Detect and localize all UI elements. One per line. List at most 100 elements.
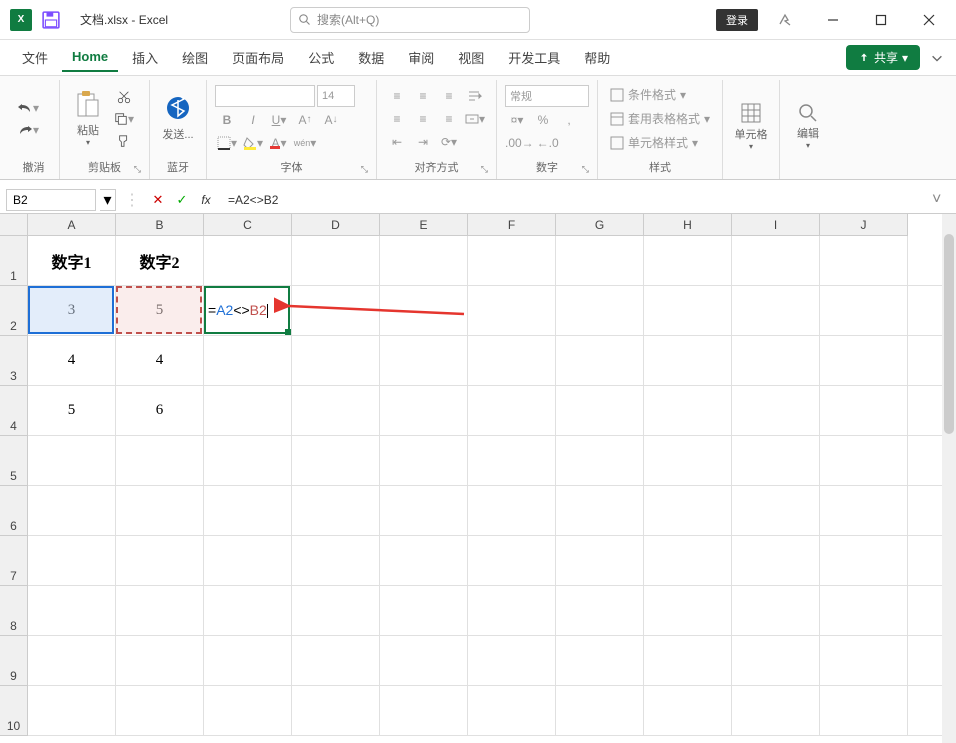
cell-empty[interactable] <box>380 586 468 636</box>
select-all-corner[interactable] <box>0 214 28 236</box>
increase-indent-button[interactable]: ⇥ <box>411 132 435 152</box>
cell-empty[interactable] <box>820 686 908 736</box>
cell-empty[interactable] <box>556 486 644 536</box>
cell-empty[interactable] <box>732 386 820 436</box>
cell-empty[interactable] <box>732 686 820 736</box>
cell-empty[interactable] <box>732 436 820 486</box>
cell-empty[interactable] <box>468 436 556 486</box>
cell-empty[interactable] <box>732 336 820 386</box>
cell-inline-formula[interactable]: =A2<>B2 <box>208 302 268 320</box>
mic-icon[interactable] <box>764 5 806 35</box>
cell-empty[interactable] <box>732 636 820 686</box>
cell-empty[interactable] <box>28 586 116 636</box>
cell-empty[interactable] <box>468 636 556 686</box>
align-middle-button[interactable]: ≡ <box>411 86 435 106</box>
table-format-button[interactable]: 套用表格格式▾ <box>606 108 714 129</box>
paste-button[interactable]: 粘贴▾ <box>68 80 108 157</box>
phonetic-button[interactable]: wén▾ <box>293 133 317 153</box>
cell-empty[interactable] <box>820 586 908 636</box>
cell-empty[interactable] <box>380 436 468 486</box>
cell-B1[interactable]: 数字2 <box>116 236 204 286</box>
minimize-button[interactable] <box>812 5 854 35</box>
maximize-button[interactable] <box>860 5 902 35</box>
cell-empty[interactable] <box>116 686 204 736</box>
font-color-button[interactable]: A▾ <box>267 133 291 153</box>
cell-empty[interactable] <box>644 686 732 736</box>
row-header-6[interactable]: 6 <box>0 486 28 536</box>
cell-empty[interactable] <box>556 286 644 336</box>
cell-empty[interactable] <box>28 636 116 686</box>
login-button[interactable]: 登录 <box>716 9 758 31</box>
undo-button[interactable]: ▾ <box>16 98 40 118</box>
cell-empty[interactable] <box>204 686 292 736</box>
cell-empty[interactable] <box>820 486 908 536</box>
row-header-7[interactable]: 7 <box>0 536 28 586</box>
cell-empty[interactable] <box>820 636 908 686</box>
cell-A2[interactable]: 3 <box>28 286 116 336</box>
align-bottom-button[interactable]: ≡ <box>437 86 461 106</box>
cell-empty[interactable] <box>380 636 468 686</box>
cell-empty[interactable] <box>644 636 732 686</box>
cell-empty[interactable] <box>644 436 732 486</box>
font-name-select[interactable] <box>215 85 315 107</box>
row-header-8[interactable]: 8 <box>0 586 28 636</box>
close-button[interactable] <box>908 5 950 35</box>
row-header-2[interactable]: 2 <box>0 286 28 336</box>
copy-button[interactable]: ▾ <box>112 109 136 129</box>
align-top-button[interactable]: ≡ <box>385 86 409 106</box>
conditional-format-button[interactable]: 条件格式▾ <box>606 84 714 105</box>
cell-empty[interactable] <box>820 436 908 486</box>
cell-empty[interactable] <box>820 286 908 336</box>
cell-empty[interactable] <box>380 236 468 286</box>
increase-decimal-button[interactable]: .00→ <box>505 133 534 153</box>
cell-empty[interactable] <box>468 286 556 336</box>
tab-file[interactable]: 文件 <box>12 42 58 73</box>
decrease-indent-button[interactable]: ⇤ <box>385 132 409 152</box>
align-right-button[interactable]: ≡ <box>437 109 461 129</box>
number-format-select[interactable] <box>505 85 589 107</box>
cell-empty[interactable] <box>732 486 820 536</box>
chevron-down-icon[interactable] <box>930 51 944 65</box>
cell-empty[interactable] <box>380 486 468 536</box>
cell-empty[interactable] <box>820 336 908 386</box>
column-header-J[interactable]: J <box>820 214 908 236</box>
column-header-A[interactable]: A <box>28 214 116 236</box>
cell-empty[interactable] <box>292 486 380 536</box>
cell-empty[interactable] <box>468 486 556 536</box>
formula-input[interactable]: =A2<>B2 <box>220 193 928 207</box>
merge-button[interactable]: ▾ <box>463 109 487 129</box>
row-header-10[interactable]: 10 <box>0 686 28 736</box>
cell-empty[interactable] <box>116 586 204 636</box>
cell-empty[interactable] <box>644 536 732 586</box>
row-header-5[interactable]: 5 <box>0 436 28 486</box>
tab-help[interactable]: 帮助 <box>574 42 620 73</box>
cell-empty[interactable] <box>556 686 644 736</box>
cell-empty[interactable] <box>468 236 556 286</box>
column-header-B[interactable]: B <box>116 214 204 236</box>
redo-button[interactable]: ▾ <box>16 120 40 140</box>
tab-insert[interactable]: 插入 <box>122 42 168 73</box>
cell-B4[interactable]: 6 <box>116 386 204 436</box>
italic-button[interactable]: I <box>241 110 265 130</box>
comma-button[interactable]: , <box>557 110 581 130</box>
save-icon[interactable] <box>42 11 60 29</box>
cell-empty[interactable] <box>732 586 820 636</box>
cell-empty[interactable] <box>468 586 556 636</box>
cell-empty[interactable] <box>380 286 468 336</box>
row-header-1[interactable]: 1 <box>0 236 28 286</box>
cell-empty[interactable] <box>644 386 732 436</box>
cell-empty[interactable] <box>468 386 556 436</box>
cell-empty[interactable] <box>116 636 204 686</box>
cells-button[interactable]: 单元格▾ <box>731 80 771 173</box>
tab-data[interactable]: 数据 <box>348 42 394 73</box>
vertical-scrollbar[interactable] <box>942 214 956 743</box>
column-header-I[interactable]: I <box>732 214 820 236</box>
cell-empty[interactable] <box>28 436 116 486</box>
spreadsheet-grid[interactable]: ABCDEFGHIJ 12345678910 数字1数字2354456 =A2<… <box>0 214 956 743</box>
tab-home[interactable]: Home <box>62 43 118 72</box>
cell-empty[interactable] <box>292 286 380 336</box>
name-box-dropdown[interactable]: ▾ <box>100 189 116 211</box>
cell-empty[interactable] <box>116 536 204 586</box>
cell-A1[interactable]: 数字1 <box>28 236 116 286</box>
cell-empty[interactable] <box>292 586 380 636</box>
